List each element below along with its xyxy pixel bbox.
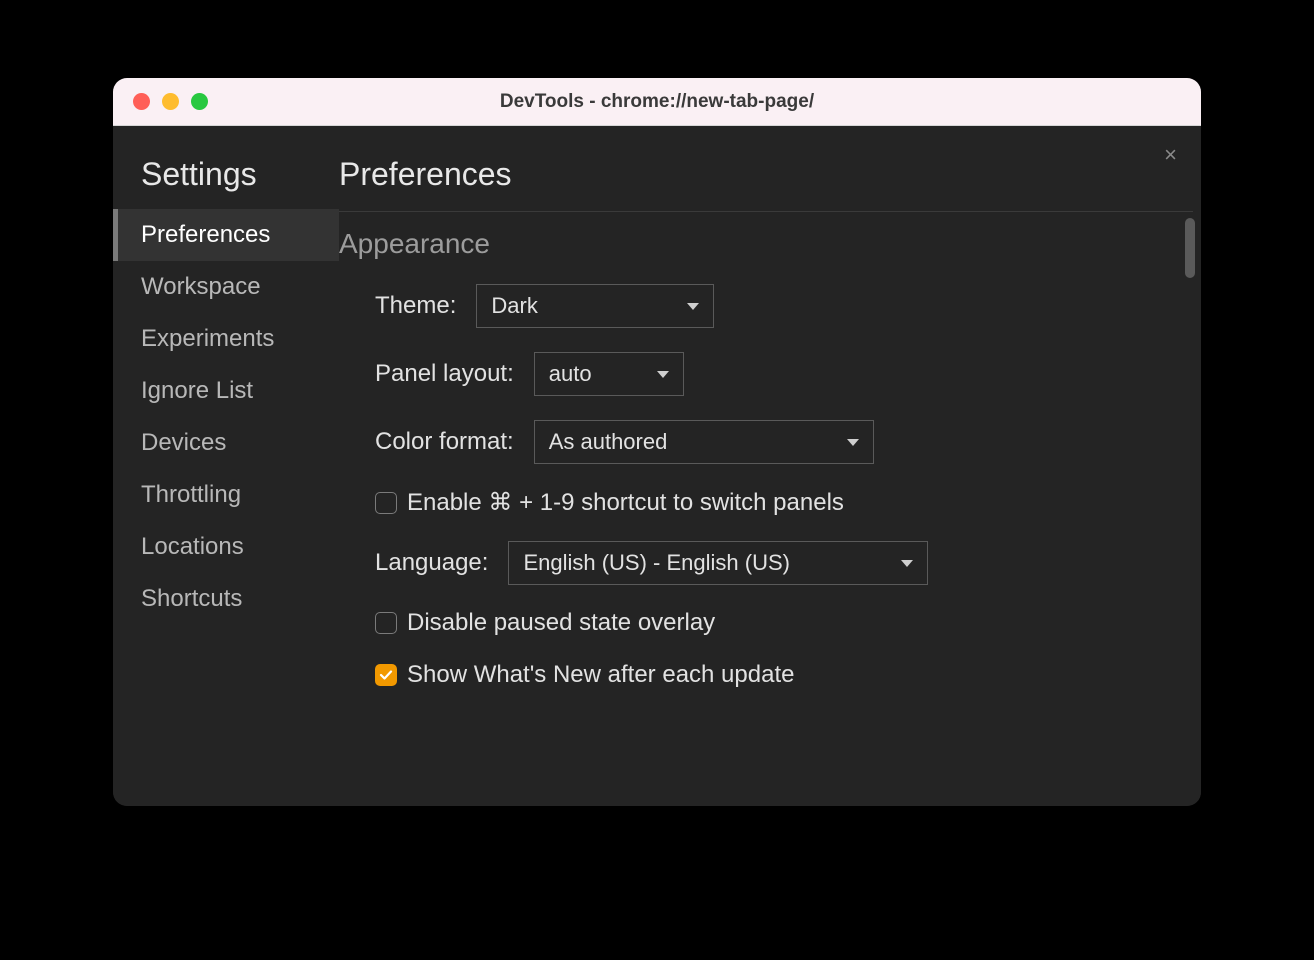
chevron-down-icon bbox=[847, 439, 859, 446]
sidebar-item-locations[interactable]: Locations bbox=[113, 521, 339, 573]
settings-sidebar: Settings Preferences Workspace Experimen… bbox=[113, 126, 339, 806]
theme-row: Theme: Dark bbox=[375, 284, 1177, 328]
color-format-select[interactable]: As authored bbox=[534, 420, 874, 464]
close-icon: × bbox=[1164, 142, 1177, 167]
sidebar-item-label: Experiments bbox=[141, 325, 274, 352]
sidebar-item-shortcuts[interactable]: Shortcuts bbox=[113, 573, 339, 625]
theme-label: Theme: bbox=[375, 292, 456, 320]
close-settings-button[interactable]: × bbox=[1164, 144, 1177, 166]
scrollbar[interactable] bbox=[1185, 212, 1195, 806]
show-whats-new-row: Show What's New after each update bbox=[375, 661, 1177, 689]
minimize-window-button[interactable] bbox=[162, 93, 179, 110]
close-window-button[interactable] bbox=[133, 93, 150, 110]
chevron-down-icon bbox=[901, 560, 913, 567]
language-select-value: English (US) - English (US) bbox=[523, 550, 790, 576]
sidebar-item-label: Shortcuts bbox=[141, 585, 242, 612]
panel-layout-label: Panel layout: bbox=[375, 360, 514, 388]
scrollbar-thumb[interactable] bbox=[1185, 218, 1195, 278]
sidebar-item-label: Ignore List bbox=[141, 377, 253, 404]
sidebar-title: Settings bbox=[113, 156, 339, 209]
sidebar-item-ignore-list[interactable]: Ignore List bbox=[113, 365, 339, 417]
chevron-down-icon bbox=[657, 371, 669, 378]
disable-paused-overlay-label: Disable paused state overlay bbox=[407, 609, 715, 637]
language-label: Language: bbox=[375, 549, 488, 577]
check-icon bbox=[379, 668, 393, 682]
show-whats-new-label: Show What's New after each update bbox=[407, 661, 794, 689]
enable-shortcut-label: Enable ⌘ + 1-9 shortcut to switch panels bbox=[407, 488, 844, 517]
enable-shortcut-row: Enable ⌘ + 1-9 shortcut to switch panels bbox=[375, 488, 1177, 517]
theme-select[interactable]: Dark bbox=[476, 284, 714, 328]
color-format-label: Color format: bbox=[375, 428, 514, 456]
color-format-select-value: As authored bbox=[549, 429, 668, 455]
sidebar-item-workspace[interactable]: Workspace bbox=[113, 261, 339, 313]
panel-layout-select[interactable]: auto bbox=[534, 352, 684, 396]
theme-select-value: Dark bbox=[491, 293, 537, 319]
sidebar-item-experiments[interactable]: Experiments bbox=[113, 313, 339, 365]
settings-main: Preferences Appearance Theme: Dark Panel… bbox=[339, 126, 1201, 806]
sidebar-item-devices[interactable]: Devices bbox=[113, 417, 339, 469]
maximize-window-button[interactable] bbox=[191, 93, 208, 110]
sidebar-item-label: Throttling bbox=[141, 481, 241, 508]
disable-paused-overlay-checkbox[interactable] bbox=[375, 612, 397, 634]
appearance-heading: Appearance bbox=[339, 228, 1177, 260]
chevron-down-icon bbox=[687, 303, 699, 310]
sidebar-item-preferences[interactable]: Preferences bbox=[113, 209, 339, 261]
disable-paused-overlay-row: Disable paused state overlay bbox=[375, 609, 1177, 637]
panel-layout-row: Panel layout: auto bbox=[375, 352, 1177, 396]
settings-content: × Settings Preferences Workspace Experim… bbox=[113, 126, 1201, 806]
page-title: Preferences bbox=[339, 156, 1201, 211]
devtools-window: DevTools - chrome://new-tab-page/ × Sett… bbox=[113, 78, 1201, 806]
sidebar-item-label: Devices bbox=[141, 429, 226, 456]
preferences-scroll-area[interactable]: Appearance Theme: Dark Panel layout: aut… bbox=[339, 212, 1201, 806]
enable-shortcut-checkbox[interactable] bbox=[375, 492, 397, 514]
sidebar-item-label: Preferences bbox=[141, 221, 270, 248]
language-select[interactable]: English (US) - English (US) bbox=[508, 541, 928, 585]
sidebar-item-throttling[interactable]: Throttling bbox=[113, 469, 339, 521]
color-format-row: Color format: As authored bbox=[375, 420, 1177, 464]
language-row: Language: English (US) - English (US) bbox=[375, 541, 1177, 585]
sidebar-item-label: Locations bbox=[141, 533, 244, 560]
sidebar-item-label: Workspace bbox=[141, 273, 261, 300]
window-title: DevTools - chrome://new-tab-page/ bbox=[113, 91, 1201, 113]
show-whats-new-checkbox[interactable] bbox=[375, 664, 397, 686]
traffic-lights bbox=[113, 93, 208, 110]
titlebar: DevTools - chrome://new-tab-page/ bbox=[113, 78, 1201, 126]
panel-layout-select-value: auto bbox=[549, 361, 592, 387]
